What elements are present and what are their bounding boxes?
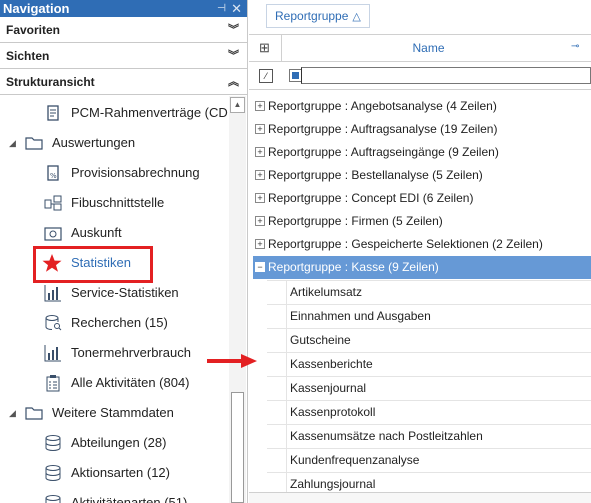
group-panel: Reportgruppe △ <box>249 0 591 35</box>
sort-ascending-icon: △ <box>352 11 361 23</box>
database-search-icon <box>44 314 62 332</box>
tree-scrollbar[interactable]: ▲ <box>229 96 246 503</box>
scrollbar-thumb[interactable] <box>231 392 244 503</box>
navigation-header: Navigation ⊣ ✕ <box>0 0 247 17</box>
expand-plus-icon[interactable]: + <box>255 147 265 157</box>
tree-item-abteilungen[interactable]: Abteilungen (28) <box>0 428 228 458</box>
group-row[interactable]: + Reportgruppe : Bestellanalyse (5 Zeilen… <box>253 164 591 187</box>
expand-plus-icon[interactable]: + <box>255 216 265 226</box>
tree-item-auskunft[interactable]: Auskunft <box>0 218 228 248</box>
structure-tree: PCM-Rahmenverträge (CD ◢ Auswertungen % … <box>0 96 228 503</box>
table-row[interactable]: Kassenprotokoll <box>267 400 591 425</box>
pin-column-icon[interactable]: ⊸ <box>571 41 579 52</box>
table-row[interactable]: Einnahmen und Ausgaben <box>267 304 591 329</box>
tree-item-fibuschnittstelle[interactable]: Fibuschnittstelle <box>0 188 228 218</box>
expanded-triangle-icon[interactable]: ◢ <box>9 128 16 158</box>
group-row[interactable]: + Reportgruppe : Concept EDI (6 Zeilen) <box>253 187 591 210</box>
expand-plus-icon[interactable]: + <box>255 124 265 134</box>
filter-edit-icon[interactable]: ⁄ <box>259 69 273 83</box>
table-row[interactable]: Artikelumsatz <box>267 280 591 305</box>
table-row[interactable]: Gutscheine <box>267 328 591 353</box>
section-strukturansicht[interactable]: Strukturansicht ︽ <box>0 69 247 95</box>
expand-plus-icon[interactable]: + <box>255 170 265 180</box>
collapse-minus-icon[interactable]: − <box>255 262 265 272</box>
bar-chart-icon <box>44 344 62 362</box>
database-icon <box>44 494 62 503</box>
tree-item-aktivitaetenarten[interactable]: Aktivitätenarten (51) <box>0 488 228 503</box>
table-row[interactable]: Kassenjournal <box>267 376 591 401</box>
svg-text:%: % <box>50 172 57 180</box>
column-header-row: ⊞ Name ⊸ <box>249 35 591 62</box>
expand-plus-icon[interactable]: + <box>255 101 265 111</box>
tree-item-tonermehrverbrauch[interactable]: Tonermehrverbrauch <box>0 338 228 368</box>
pin-icon[interactable]: ⊣ <box>217 0 226 17</box>
column-chooser-icon[interactable]: ⊞ <box>259 40 270 56</box>
table-row[interactable]: Kundenfrequenzanalyse <box>267 448 591 473</box>
tree-item-pcm-rahmenvertraege[interactable]: PCM-Rahmenverträge (CD <box>0 98 228 128</box>
filter-input[interactable] <box>301 67 591 84</box>
tree-folder-auswertungen[interactable]: ◢ Auswertungen <box>0 128 228 158</box>
report-grid: Reportgruppe △ ⊞ Name ⊸ ⁄ + Reportgruppe :… <box>249 0 591 503</box>
grid-footer <box>249 492 591 503</box>
chevron-down-icon[interactable]: ︾ <box>228 43 239 69</box>
table-row[interactable]: Kassenberichte <box>267 352 591 377</box>
folder-icon <box>25 404 43 422</box>
expanded-triangle-icon[interactable]: ◢ <box>9 398 16 428</box>
column-header-name[interactable]: Name <box>281 35 576 61</box>
chevron-down-icon[interactable]: ︾ <box>228 17 239 43</box>
tree-item-provisionsabrechnung[interactable]: % Provisionsabrechnung <box>0 158 228 188</box>
highlight-box <box>33 246 153 283</box>
group-row[interactable]: + Reportgruppe : Firmen (5 Zeilen) <box>253 210 591 233</box>
section-sichten[interactable]: Sichten ︾ <box>0 43 247 69</box>
percent-document-icon: % <box>44 164 62 182</box>
tree-item-alle-aktivitaeten[interactable]: Alle Aktivitäten (804) <box>0 368 228 398</box>
chevron-up-icon[interactable]: ︽ <box>228 69 239 95</box>
table-row[interactable]: Zahlungsjournal <box>267 472 591 493</box>
database-icon <box>44 464 62 482</box>
tree-item-aktionsarten[interactable]: Aktionsarten (12) <box>0 458 228 488</box>
expand-plus-icon[interactable]: + <box>255 193 265 203</box>
filter-row: ⁄ <box>249 62 591 90</box>
group-row[interactable]: + Reportgruppe : Auftragsanalyse (19 Zeil… <box>253 118 591 141</box>
group-row[interactable]: + Reportgruppe : Auftragseingänge (9 Zeil… <box>253 141 591 164</box>
contract-icon <box>44 104 62 122</box>
close-icon[interactable]: ✕ <box>231 0 242 17</box>
navigation-pane: Navigation ⊣ ✕ Favoriten ︾ Sichten ︾ Str… <box>0 0 248 503</box>
expand-plus-icon[interactable]: + <box>255 239 265 249</box>
group-row-selected[interactable]: − Reportgruppe : Kasse (9 Zeilen) <box>253 256 591 279</box>
folder-icon <box>25 134 43 152</box>
scroll-up-icon[interactable]: ▲ <box>230 97 245 113</box>
navigation-title: Navigation <box>3 1 70 16</box>
bar-chart-icon <box>44 284 62 302</box>
accounting-interface-icon <box>44 194 62 212</box>
tree-item-recherchen[interactable]: Recherchen (15) <box>0 308 228 338</box>
clipboard-icon <box>44 374 62 392</box>
database-icon <box>44 434 62 452</box>
section-favoriten[interactable]: Favoriten ︾ <box>0 17 247 43</box>
tree-folder-weitere-stammdaten[interactable]: ◢ Weitere Stammdaten <box>0 398 228 428</box>
annotation-arrow-icon <box>207 354 257 368</box>
table-row[interactable]: Kassenumsätze nach Postleitzahlen <box>267 424 591 449</box>
camera-icon <box>44 224 62 242</box>
group-by-reportgruppe-chip[interactable]: Reportgruppe △ <box>266 4 370 28</box>
group-row[interactable]: + Reportgruppe : Angebotsanalyse (4 Zeile… <box>253 95 591 118</box>
group-row[interactable]: + Reportgruppe : Gespeicherte Selektionen… <box>253 233 591 256</box>
